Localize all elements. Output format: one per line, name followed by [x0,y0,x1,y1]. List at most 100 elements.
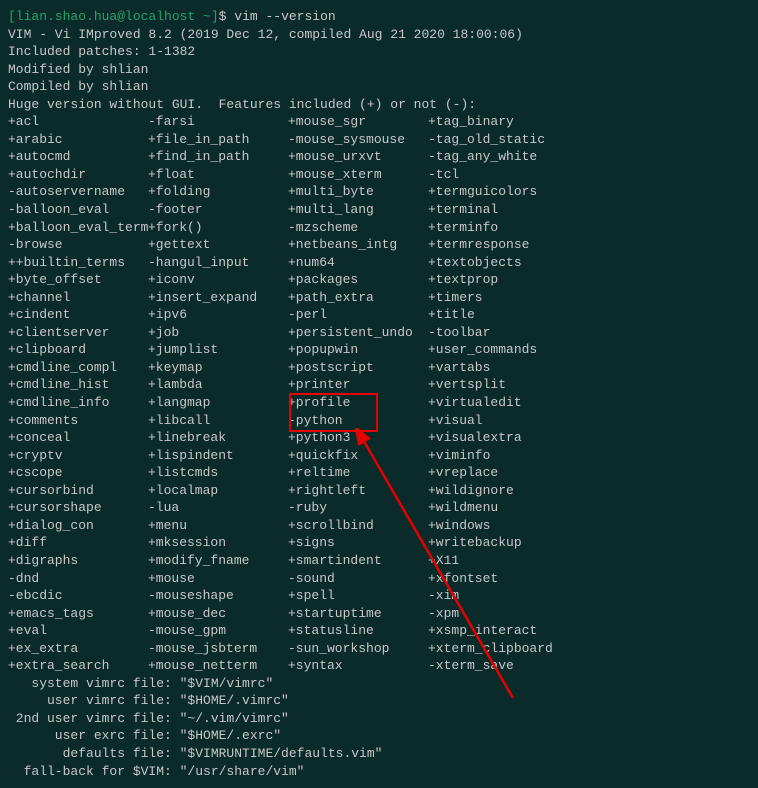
feature-cell: +popupwin [288,341,428,359]
feature-cell: +conceal [8,429,148,447]
feature-cell: +vreplace [428,464,568,482]
feature-cell: +langmap [148,394,288,412]
vim-header-line: Included patches: 1-1382 [8,43,750,61]
feature-cell: -ebcdic [8,587,148,605]
feature-cell: +spell [288,587,428,605]
feature-cell: +lambda [148,376,288,394]
feature-cell: +mouse_dec [148,605,288,623]
feature-cell: +localmap [148,482,288,500]
vimrc-path-line: defaults file: "$VIMRUNTIME/defaults.vim… [8,745,750,763]
feature-cell: +insert_expand [148,289,288,307]
feature-cell: +persistent_undo [288,324,428,342]
feature-cell: +folding [148,183,288,201]
feature-cell: -sun_workshop [288,640,428,658]
feature-cell: -mouseshape [148,587,288,605]
feature-cell: +xterm_clipboard [428,640,568,658]
feature-cell: +vertsplit [428,376,568,394]
feature-cell: +autochdir [8,166,148,184]
feature-cell: -mouse_gpm [148,622,288,640]
vim-header-line: VIM - Vi IMproved 8.2 (2019 Dec 12, comp… [8,26,750,44]
vimrc-path-line: system vimrc file: "$VIM/vimrc" [8,675,750,693]
feature-cell: +ipv6 [148,306,288,324]
feature-cell: +X11 [428,552,568,570]
feature-cell: +byte_offset [8,271,148,289]
vim-header-line: Huge version without GUI. Features inclu… [8,96,750,114]
feature-cell: +mouse_sgr [288,113,428,131]
feature-cell: +writebackup [428,534,568,552]
feature-cell: +packages [288,271,428,289]
feature-cell: +viminfo [428,447,568,465]
feature-cell: +num64 [288,254,428,272]
feature-cell: +tag_binary [428,113,568,131]
vimrc-files-block: system vimrc file: "$VIM/vimrc" user vim… [8,675,750,780]
feature-cell: -dnd [8,570,148,588]
feature-cell: +smartindent [288,552,428,570]
feature-cell: +comments [8,412,148,430]
feature-cell: +startuptime [288,605,428,623]
feature-cell: +mouse_xterm [288,166,428,184]
feature-cell: -xim [428,587,568,605]
feature-cell: +xfontset [428,570,568,588]
feature-cell: -xpm [428,605,568,623]
feature-cell: +file_in_path [148,131,288,149]
feature-cell: +netbeans_intg [288,236,428,254]
vim-header-block: VIM - Vi IMproved 8.2 (2019 Dec 12, comp… [8,26,750,114]
feature-cell: +user_commands [428,341,568,359]
vimrc-path-line: fall-back for $VIM: "/usr/share/vim" [8,763,750,781]
feature-cell: +modify_fname [148,552,288,570]
vimrc-path-line: user exrc file: "$HOME/.exrc" [8,727,750,745]
feature-cell: +xsmp_interact [428,622,568,640]
feature-cell: -footer [148,201,288,219]
feature-cell: -mouse_jsbterm [148,640,288,658]
feature-cell: -balloon_eval [8,201,148,219]
feature-cell: +scrollbind [288,517,428,535]
feature-cell: -tcl [428,166,568,184]
feature-cell: +eval [8,622,148,640]
vim-features-grid: +acl-farsi+mouse_sgr+tag_binary+arabic+f… [8,113,750,675]
feature-cell: +gettext [148,236,288,254]
feature-cell: +quickfix [288,447,428,465]
feature-cell: +rightleft [288,482,428,500]
feature-cell: +float [148,166,288,184]
feature-cell: +job [148,324,288,342]
feature-cell: +termguicolors [428,183,568,201]
feature-cell: +visual [428,412,568,430]
feature-cell: +mouse_urxvt [288,148,428,166]
feature-cell: -lua [148,499,288,517]
prompt-dollar: $ [219,8,227,26]
feature-cell: +keymap [148,359,288,377]
feature-cell: +signs [288,534,428,552]
command-typed[interactable]: vim --version [234,8,335,26]
feature-cell: +ex_extra [8,640,148,658]
feature-cell: +digraphs [8,552,148,570]
feature-cell: +emacs_tags [8,605,148,623]
feature-cell: +mouse_netterm [148,657,288,675]
feature-cell: -toolbar [428,324,568,342]
feature-cell: +termresponse [428,236,568,254]
feature-cell: -tag_any_white [428,148,568,166]
feature-cell: +lispindent [148,447,288,465]
feature-cell: +extra_search [8,657,148,675]
feature-cell: +libcall [148,412,288,430]
feature-cell: +cmdline_info [8,394,148,412]
vim-header-line: Modified by shlian [8,61,750,79]
feature-cell: +listcmds [148,464,288,482]
feature-cell: -farsi [148,113,288,131]
feature-cell: -tag_old_static [428,131,568,149]
feature-cell: +cmdline_hist [8,376,148,394]
feature-cell: +timers [428,289,568,307]
feature-cell: +iconv [148,271,288,289]
feature-cell: -browse [8,236,148,254]
feature-cell: +path_extra [288,289,428,307]
feature-cell: +multi_lang [288,201,428,219]
feature-cell: +cursorshape [8,499,148,517]
feature-cell: +jumplist [148,341,288,359]
feature-cell: +channel [8,289,148,307]
feature-cell: +profile [288,394,428,412]
feature-cell: +arabic [8,131,148,149]
feature-cell: +title [428,306,568,324]
feature-cell: -ruby [288,499,428,517]
feature-cell: +visualextra [428,429,568,447]
feature-cell: +virtualedit [428,394,568,412]
feature-cell: +wildignore [428,482,568,500]
